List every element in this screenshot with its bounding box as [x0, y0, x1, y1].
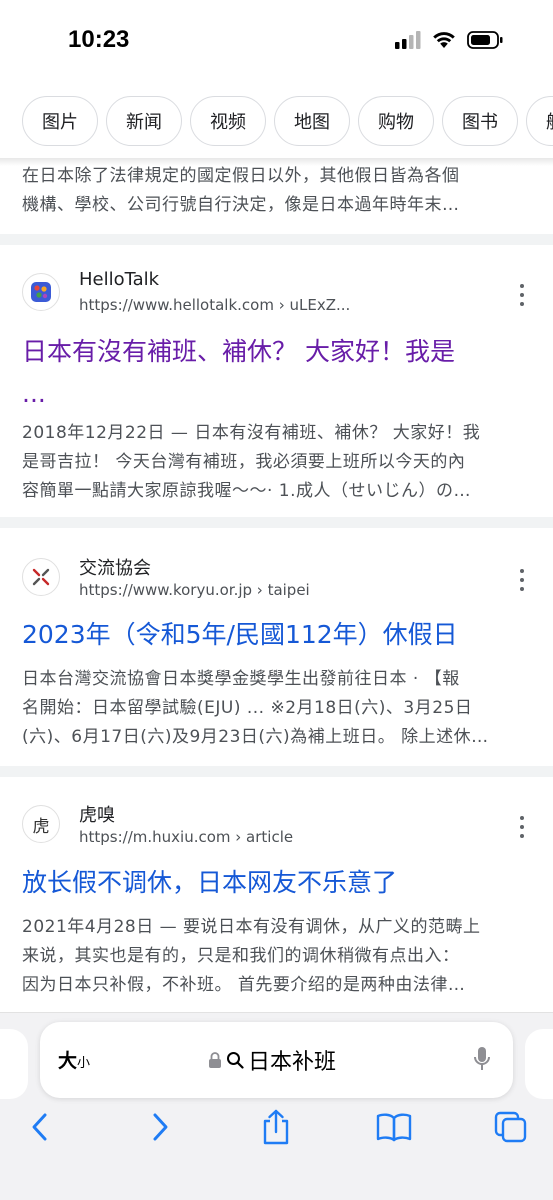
huxiu-favicon-icon: 虎: [22, 805, 60, 843]
cellular-signal-icon: [395, 30, 421, 49]
chip-videos[interactable]: 视频: [190, 96, 266, 146]
result-site-name: 交流協会: [79, 558, 151, 579]
bookmarks-button[interactable]: [372, 1105, 416, 1149]
more-options-icon[interactable]: [517, 816, 527, 838]
result-snippet: 2018年12月22日 — 日本有沒有補班、補休？ 大家好！我 是哥吉拉！ 今天…: [22, 423, 481, 501]
result-url[interactable]: https://www.koryu.or.jp › taipei: [79, 581, 310, 599]
koryu-favicon-icon: [22, 558, 60, 596]
search-result-koryu: 交流協会 https://www.koryu.or.jp › taipei 20…: [0, 528, 553, 766]
result-title-link[interactable]: 放长假不调休，日本网友不乐意了: [22, 862, 532, 904]
share-button[interactable]: [254, 1105, 298, 1149]
result-url[interactable]: https://m.huxiu.com › article: [79, 828, 293, 846]
result-separator: [0, 766, 553, 777]
page-settings-button[interactable]: 大小: [58, 1046, 90, 1073]
chevron-left-icon: [32, 1113, 47, 1141]
result-title-link[interactable]: 2023年（令和5年/民國112年）休假日: [22, 614, 532, 656]
result-snippet: 2021年4月28日 — 要说日本有没有调休，从广义的范畴上 来说，其实也是有的…: [22, 917, 481, 995]
tabs-icon: [494, 1111, 527, 1143]
status-bar: 10:23: [0, 0, 553, 84]
chevron-right-icon: [153, 1113, 168, 1141]
wifi-icon: [433, 32, 455, 48]
more-options-icon[interactable]: [517, 569, 527, 591]
search-result-hellotalk: HelloTalk https://www.hellotalk.com › uL…: [0, 245, 553, 517]
chip-flights[interactable]: 航班: [526, 96, 553, 146]
share-icon: [263, 1109, 289, 1145]
status-icons: [395, 30, 503, 49]
chip-images[interactable]: 图片: [22, 96, 98, 146]
search-icon: [227, 1052, 244, 1069]
address-bar[interactable]: 大小 日本补班: [40, 1022, 513, 1098]
more-options-icon[interactable]: [517, 284, 527, 306]
back-button[interactable]: [18, 1105, 62, 1149]
search-filter-chips: 图片新闻视频地图购物图书航班: [0, 96, 553, 152]
chip-news[interactable]: 新闻: [106, 96, 182, 146]
result-separator: [0, 234, 553, 245]
book-icon: [376, 1113, 412, 1142]
previous-tab-peek[interactable]: [0, 1029, 28, 1099]
hellotalk-favicon-icon: [22, 273, 60, 311]
result-site-name: 虎嗅: [79, 805, 115, 826]
battery-icon: [467, 30, 503, 49]
forward-button[interactable]: [138, 1105, 182, 1149]
result-snippet: 日本台灣交流協會日本獎學金獎學生出發前往日本 · 【報 名開始：日本留學試驗(E…: [22, 669, 489, 747]
chip-shopping[interactable]: 购物: [358, 96, 434, 146]
chip-books[interactable]: 图书: [442, 96, 518, 146]
status-time: 10:23: [68, 26, 130, 53]
previous-result-snippet: 在日本除了法律規定的國定假日以外，其他假日皆為各個 機構、學校、公司行號自行決定…: [22, 166, 460, 215]
search-query-text: 日本补班: [248, 1050, 337, 1075]
lock-icon: [209, 1052, 221, 1068]
result-separator: [0, 517, 553, 528]
microphone-icon[interactable]: [473, 1046, 491, 1074]
result-title-link[interactable]: 日本有沒有補班、補休？ 大家好！我是 ...: [22, 331, 532, 415]
address-bar-query[interactable]: 日本补班: [208, 1044, 336, 1076]
next-tab-peek[interactable]: [525, 1029, 553, 1099]
tabs-button[interactable]: [489, 1105, 533, 1149]
browser-toolbar: 大小 日本补班: [0, 1012, 553, 1200]
search-result-huxiu: 虎 虎嗅 https://m.huxiu.com › article 放长假不调…: [0, 777, 553, 1012]
result-url[interactable]: https://www.hellotalk.com › uLExZ...: [79, 296, 350, 314]
result-site-name: HelloTalk: [79, 269, 160, 290]
chip-maps[interactable]: 地图: [274, 96, 350, 146]
